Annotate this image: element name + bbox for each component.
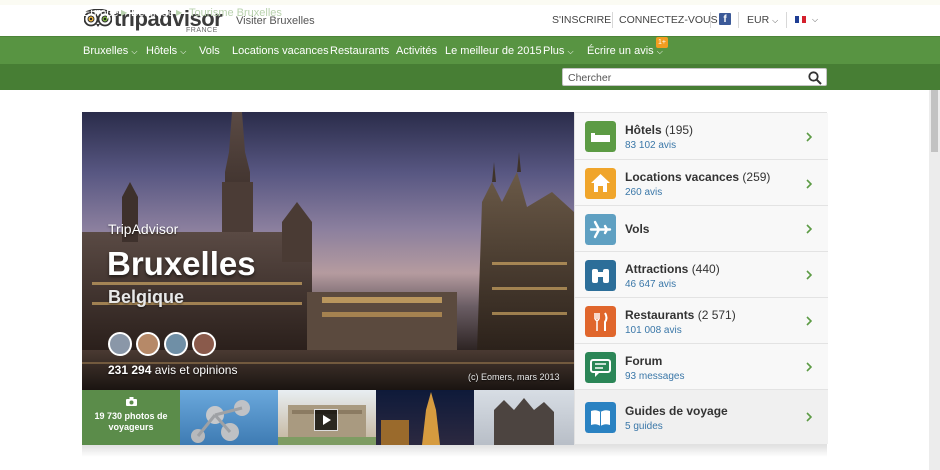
chevron-right-icon: ▶	[176, 8, 183, 17]
nav-item-activites[interactable]: Activités	[396, 45, 437, 57]
category-forum[interactable]: Forum 93 messages	[575, 344, 828, 390]
play-icon	[323, 415, 331, 425]
category-flights[interactable]: Vols	[575, 206, 828, 252]
atomium-photo	[191, 400, 250, 443]
breadcrumb-current: Tourisme Bruxelles	[189, 7, 282, 19]
photo-thumbnail-guildhouse[interactable]	[474, 390, 574, 445]
house-icon	[585, 168, 616, 199]
france-flag-icon[interactable]	[795, 16, 807, 23]
top-strip	[0, 0, 940, 5]
play-video-button[interactable]	[314, 409, 338, 431]
hero-brand: TripAdvisor	[108, 221, 179, 237]
nav-item-locations[interactable]: Locations vacances	[232, 45, 329, 57]
category-attractions[interactable]: Attractions (440) 46 647 avis	[575, 252, 828, 298]
currency-selector[interactable]: EUR ⌵	[747, 14, 778, 26]
reviews-label: avis et opinions	[154, 363, 238, 377]
reviewer-avatar[interactable]	[192, 332, 216, 356]
nav-item-hotels[interactable]: Hôtels ⌵	[146, 45, 186, 57]
breadcrumb-europe[interactable]: Europe	[83, 7, 118, 19]
photo-thumbnail-atomium[interactable]	[180, 390, 278, 445]
airplane-icon	[585, 214, 616, 245]
search-icon[interactable]	[808, 71, 822, 85]
signup-link[interactable]: S'INSCRIRE	[552, 14, 611, 26]
traveler-photos-tile[interactable]: 19 730 photos de voyageurs	[82, 390, 180, 445]
chevron-right-icon	[806, 362, 812, 372]
chevron-right-icon	[806, 179, 812, 189]
category-reviews[interactable]: 46 647 avis	[625, 279, 676, 290]
chevron-down-icon: ⌵	[180, 47, 187, 56]
photo-strip: 19 730 photos de voyageurs	[82, 390, 574, 445]
binoculars-icon	[585, 260, 616, 291]
category-title: Guides de voyage	[625, 404, 728, 418]
nav-item-bruxelles[interactable]: Bruxelles ⌵	[83, 45, 137, 57]
divider	[786, 12, 787, 28]
logo-subtitle: FRANCE	[186, 27, 218, 34]
category-reviews[interactable]: 93 messages	[625, 371, 684, 382]
category-hotels[interactable]: Hôtels (195) 83 102 avis	[575, 113, 828, 160]
category-title: Forum	[625, 354, 663, 368]
nav-item-vols[interactable]: Vols	[199, 45, 220, 57]
category-title: Restaurants (2 571)	[625, 308, 736, 322]
scrollbar-thumb[interactable]	[931, 90, 938, 152]
nav-item-restaurants[interactable]: Restaurants	[330, 45, 389, 57]
main-nav: Bruxelles ⌵ Hôtels ⌵ Vols Locations vaca…	[0, 36, 940, 64]
category-vacation-rentals[interactable]: Locations vacances (259) 260 avis	[575, 160, 828, 206]
category-title: Hôtels (195)	[625, 123, 694, 137]
notification-badge: 1+	[656, 37, 668, 48]
chevron-down-icon: ⌵	[567, 47, 574, 56]
scrollbar[interactable]	[929, 90, 940, 470]
category-reviews[interactable]: 101 008 avis	[625, 325, 682, 336]
traveler-photos-count: 19 730 photos de voyageurs	[94, 411, 168, 432]
chevron-right-icon	[806, 132, 812, 142]
nav-item-plus[interactable]: Plus ⌵	[543, 45, 574, 57]
reviewer-avatar[interactable]	[164, 332, 188, 356]
divider	[738, 12, 739, 28]
hero-country[interactable]: Belgique	[108, 287, 184, 308]
bed-icon	[585, 121, 616, 152]
nav-item-best-of-2015[interactable]: Le meilleur de 2015	[445, 45, 542, 57]
reviewer-avatar[interactable]	[136, 332, 160, 356]
chevron-down-icon: ⌵	[656, 47, 663, 56]
reviewer-avatar[interactable]	[108, 332, 132, 356]
category-reviews[interactable]: 83 102 avis	[625, 140, 676, 151]
fork-knife-icon	[585, 306, 616, 337]
reviews-summary[interactable]: 231 294 avis et opinions	[108, 363, 237, 377]
login-link[interactable]: CONNECTEZ-VOUS	[619, 14, 718, 26]
category-reviews[interactable]: 5 guides	[625, 421, 663, 432]
camera-icon	[126, 397, 137, 406]
currency-label: EUR	[747, 14, 770, 26]
category-title: Vols	[625, 222, 650, 236]
chevron-down-icon: ⌵	[131, 47, 138, 56]
hero-image[interactable]: TripAdvisor Bruxelles Belgique 231 294 a…	[82, 112, 574, 390]
category-restaurants[interactable]: Restaurants (2 571) 101 008 avis	[575, 298, 828, 344]
search-box[interactable]	[562, 68, 827, 86]
chevron-down-icon: ⌵	[772, 16, 779, 25]
category-travel-guides[interactable]: Guides de voyage 5 guides	[575, 390, 828, 444]
breadcrumb-belgique[interactable]: Belgique	[131, 7, 174, 19]
night-tower-photo	[381, 392, 440, 445]
chevron-right-icon	[806, 412, 812, 422]
photo-thumbnail-night[interactable]	[376, 390, 474, 445]
speech-bubble-icon	[585, 352, 616, 383]
search-input[interactable]	[568, 71, 798, 84]
guildhouse-photo	[494, 398, 554, 445]
reviews-count: 231 294	[108, 363, 152, 377]
category-reviews[interactable]: 260 avis	[625, 187, 662, 198]
chevron-down-icon[interactable]: ⌵	[812, 15, 818, 25]
divider	[710, 12, 711, 28]
chevron-right-icon	[806, 316, 812, 326]
category-title: Attractions (440)	[625, 262, 720, 276]
chevron-right-icon	[806, 270, 812, 280]
category-title: Locations vacances (259)	[625, 170, 771, 184]
nav-item-write-review[interactable]: Écrire un avis ⌵	[587, 45, 663, 57]
photo-credit: (c) Eomers, mars 2013	[468, 372, 560, 382]
chevron-right-icon: ▶	[121, 8, 128, 17]
card-shadow	[82, 445, 827, 457]
category-list: Hôtels (195) 83 102 avis Locations vacan…	[574, 112, 828, 445]
divider	[612, 12, 613, 28]
hero-city-title: Bruxelles	[107, 245, 256, 282]
chevron-right-icon	[806, 224, 812, 234]
facebook-icon[interactable]: f	[719, 13, 731, 25]
book-icon	[585, 402, 616, 433]
